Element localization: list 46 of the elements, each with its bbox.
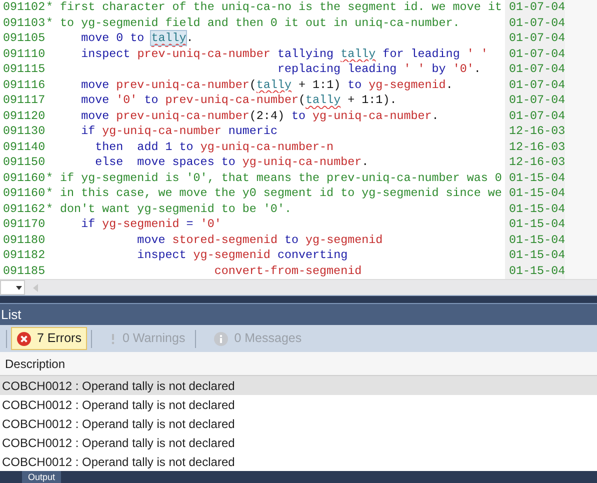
line-number: 091162 (0, 202, 46, 217)
date-cell: 01-07-04 (505, 31, 565, 46)
date-cell: 01-15-04 (505, 217, 565, 232)
date-cell: 01-15-04 (505, 186, 565, 202)
date-cell: 01-07-04 (505, 62, 565, 78)
line-number: 091120 (0, 108, 46, 124)
date-cell: 12-16-03 (505, 124, 565, 140)
line-number: 091117 (0, 93, 46, 108)
line-number: 091110 (0, 46, 46, 62)
line-number: 091103 (0, 16, 46, 31)
date-cell: 01-15-04 (505, 232, 565, 248)
date-cell: 01-15-04 (505, 264, 565, 279)
line-number: 091102 (0, 0, 46, 16)
line-number: 091185 (0, 264, 46, 279)
caret-icon (16, 286, 22, 290)
line-number: 091130 (0, 124, 46, 140)
line-number: 091160 (0, 186, 46, 202)
date-cell: 01-15-04 (505, 248, 565, 264)
line-number: 091140 (0, 140, 46, 155)
date-cell: 01-07-04 (505, 16, 565, 31)
column-header[interactable]: Description (5, 354, 66, 372)
line-number: 091180 (0, 232, 46, 248)
panel-tab[interactable]: Output (22, 471, 62, 483)
date-cell: 01-15-04 (505, 170, 565, 186)
warning-icon (110, 332, 116, 344)
panel-title: List (0, 306, 22, 324)
date-cell: 12-16-03 (505, 155, 565, 170)
line-number: 091160 (0, 170, 46, 186)
line-number: 091105 (0, 31, 46, 46)
filter-button[interactable]: 7 Errors (11, 327, 88, 350)
date-cell: 01-07-04 (505, 93, 565, 108)
info-icon (214, 332, 228, 346)
error-icon (17, 332, 31, 346)
date-cell: 01-07-04 (505, 108, 565, 124)
error-row[interactable]: COBCH0012 : Operand tally is not declared (0, 376, 597, 395)
date-cell: 01-07-04 (505, 46, 565, 62)
line-number: 091150 (0, 155, 46, 170)
dropdown[interactable] (0, 280, 25, 295)
line-number: 091116 (0, 78, 46, 93)
date-cell: 01-15-04 (505, 202, 565, 217)
line-number: 091115 (0, 62, 46, 78)
date-cell: 01-07-04 (505, 0, 565, 16)
date-cell: 12-16-03 (505, 140, 565, 155)
date-cell: 01-07-04 (505, 78, 565, 93)
line-number: 091170 (0, 217, 46, 232)
line-number: 091182 (0, 248, 46, 264)
